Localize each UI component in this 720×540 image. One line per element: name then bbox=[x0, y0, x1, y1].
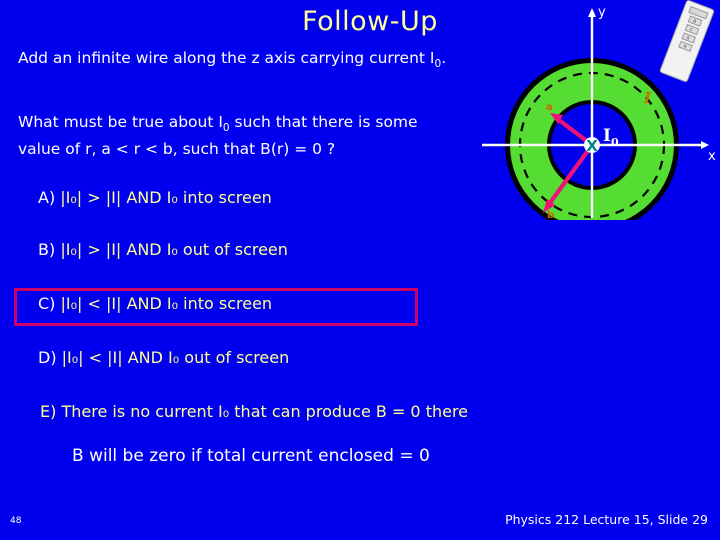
center-wire-into-page-marker: X bbox=[586, 137, 598, 155]
subtitle-main: Add an infinite wire along the z axis ca… bbox=[18, 49, 435, 67]
subtitle-period: . bbox=[441, 49, 447, 67]
conclusion-text: B will be zero if total current enclosed… bbox=[72, 446, 430, 466]
page-title: Follow-Up bbox=[302, 6, 438, 37]
answer-option-c-label: |I₀| < |I| AND I₀ into screen bbox=[60, 294, 273, 313]
answer-option-b[interactable]: B) |I₀| > |I| AND I₀ out of screen bbox=[38, 240, 288, 259]
answer-option-d-tag: D) bbox=[38, 348, 57, 367]
answer-option-a-label: |I₀| > |I| AND I₀ into screen bbox=[60, 188, 272, 207]
answer-option-d-label: |I₀| < |I| AND I₀ out of screen bbox=[61, 348, 290, 367]
shell-current-label: I bbox=[643, 89, 652, 107]
center-current-label-subscript: 0 bbox=[611, 136, 619, 149]
footer-reference: Physics 212 Lecture 15, Slide 29 bbox=[505, 512, 708, 527]
question-line1-a: What must be true about I bbox=[18, 113, 223, 131]
answer-option-e-tag: E) bbox=[40, 402, 57, 421]
radius-label-b: b bbox=[547, 210, 554, 220]
answer-option-b-label: |I₀| > |I| AND I₀ out of screen bbox=[60, 240, 288, 259]
question-line1-b: such that there is some bbox=[229, 113, 418, 131]
answer-option-c-tag: C) bbox=[38, 294, 56, 313]
y-axis-arrowhead bbox=[588, 8, 596, 17]
subtitle-text: Add an infinite wire along the z axis ca… bbox=[18, 48, 478, 74]
answer-option-b-tag: B) bbox=[38, 240, 56, 259]
radius-label-a: a bbox=[546, 102, 553, 113]
footer-slide-index: 48 bbox=[10, 516, 22, 526]
center-current-label-main: I bbox=[603, 126, 611, 146]
answer-option-d[interactable]: D) |I₀| < |I| AND I₀ out of screen bbox=[38, 348, 289, 367]
answer-option-e[interactable]: E) There is no current I₀ that can produ… bbox=[40, 402, 468, 421]
answer-option-a[interactable]: A) |I₀| > |I| AND I₀ into screen bbox=[38, 188, 272, 207]
y-axis-label: y bbox=[598, 5, 606, 20]
slide-canvas: Follow-Up Add an infinite wire along the… bbox=[0, 0, 720, 540]
question-line2: value of r, a < r < b, such that B(r) = … bbox=[18, 140, 336, 159]
x-axis-arrowhead bbox=[701, 141, 709, 149]
answer-option-e-label: There is no current I₀ that can produce … bbox=[61, 402, 469, 421]
answer-option-c[interactable]: C) |I₀| < |I| AND I₀ into screen bbox=[38, 294, 272, 313]
question-line1-subscript: 0 bbox=[222, 122, 230, 135]
question-text: What must be true about I0 such that the… bbox=[18, 112, 483, 160]
answer-option-a-tag: A) bbox=[38, 188, 56, 207]
x-axis-label: x bbox=[708, 149, 716, 164]
